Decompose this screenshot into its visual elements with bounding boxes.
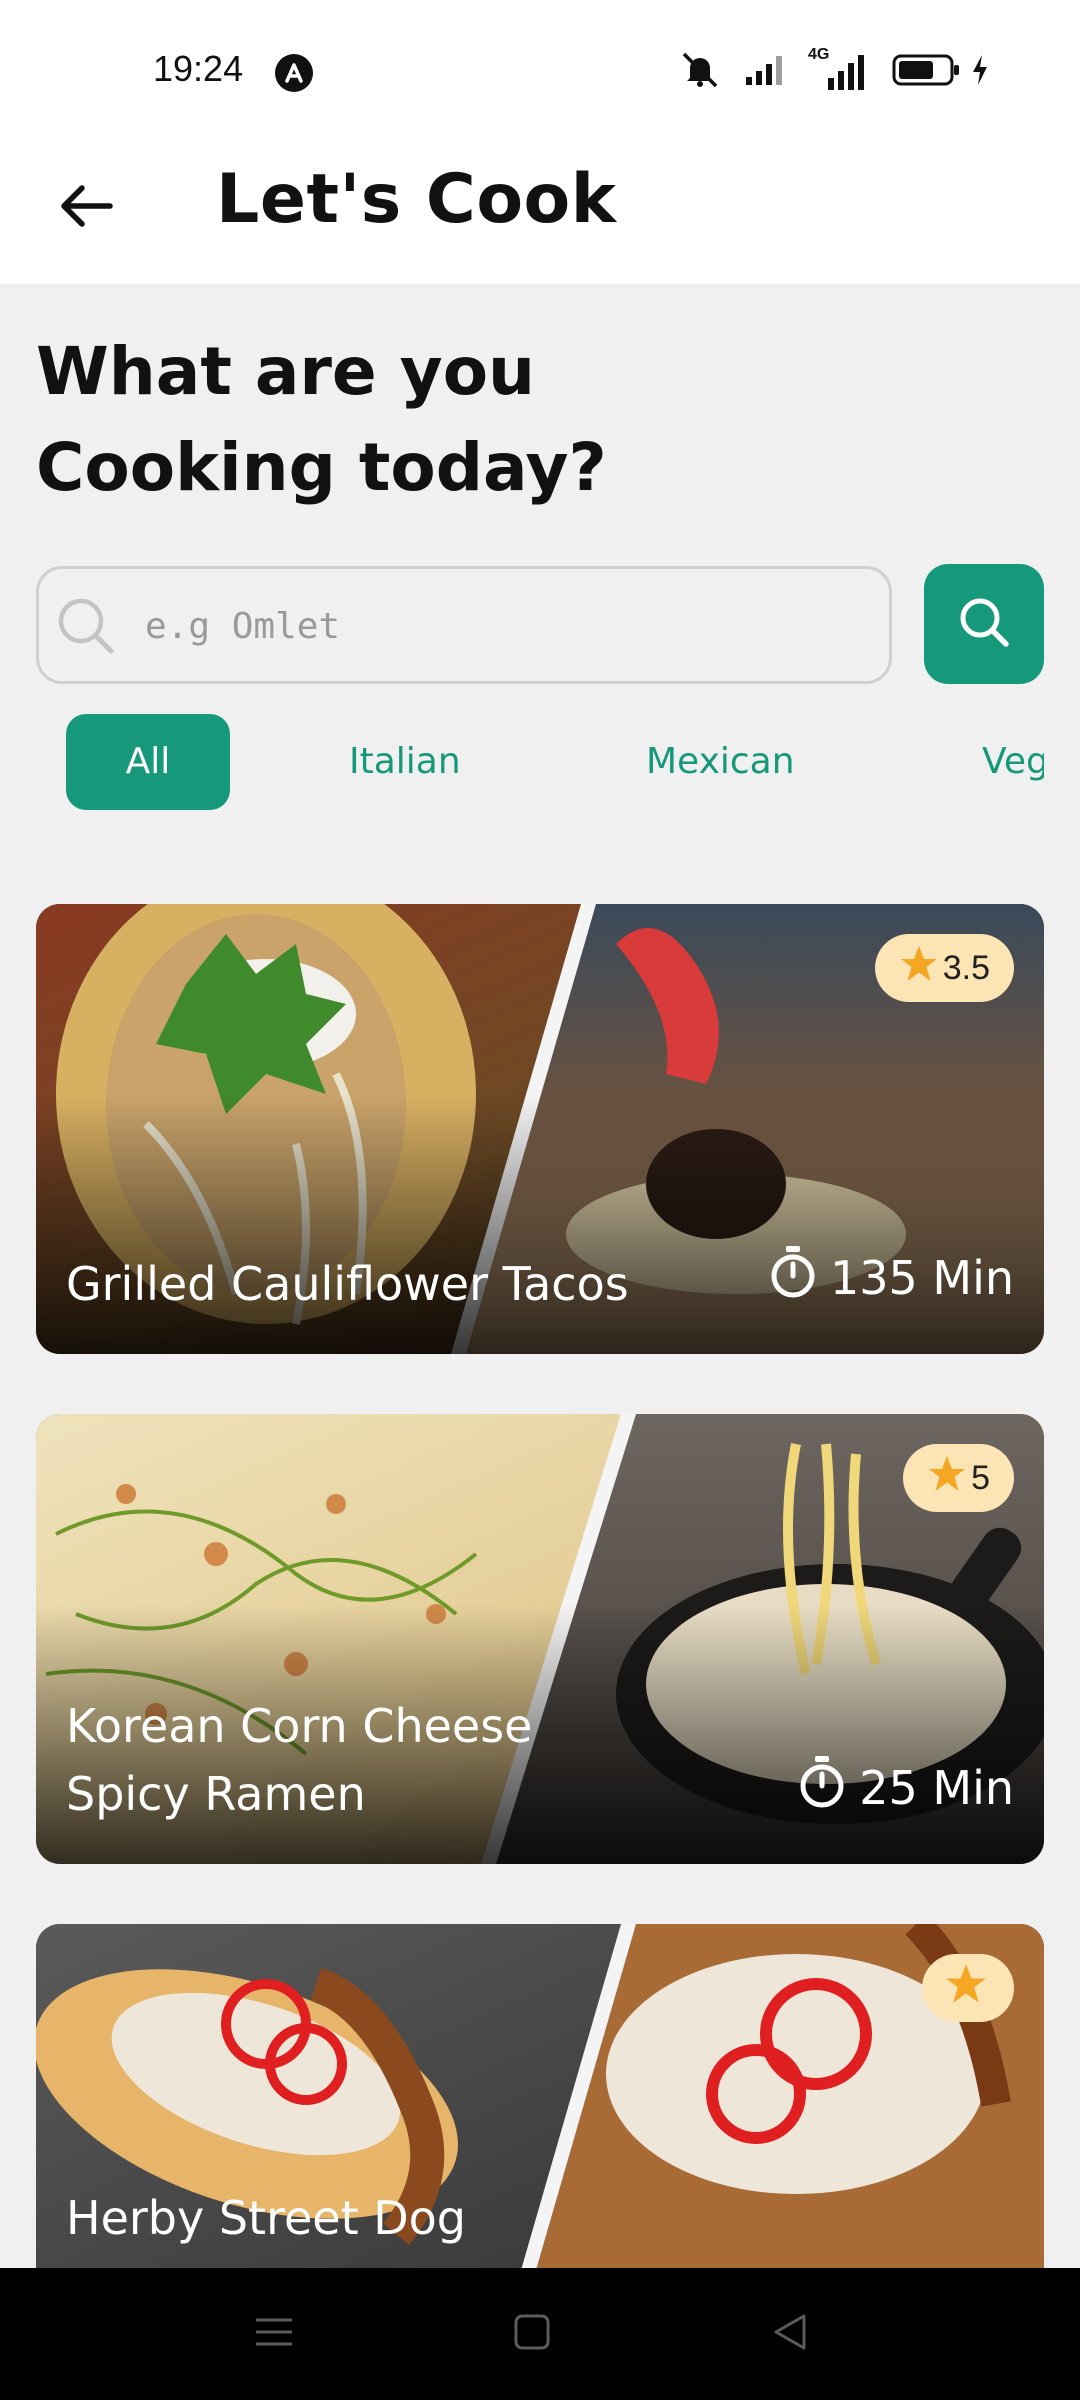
rating-value: 5	[971, 1458, 990, 1497]
recipe-title: Herby Street Dog	[66, 2191, 467, 2245]
recipe-card[interactable]: 3.5 Grilled Cauliflower Tacos 135 Min	[36, 904, 1044, 1354]
signal-icon	[744, 53, 786, 91]
back-triangle-icon	[770, 2312, 810, 2356]
star-icon	[944, 1962, 988, 2015]
page-title: Let's Cook	[216, 160, 617, 239]
star-icon	[899, 944, 939, 993]
menu-button[interactable]	[244, 2304, 304, 2364]
app-header: Let's Cook	[0, 140, 1080, 284]
search-box	[36, 566, 892, 684]
menu-icon	[254, 2312, 294, 2356]
headline-line-1: What are you	[36, 333, 536, 410]
recipe-card[interactable]: Herby Street Dog	[36, 1924, 1044, 2268]
rating-badge: 3.5	[874, 934, 1014, 1002]
cook-time-value: 25 Min	[859, 1760, 1014, 1815]
timer-icon	[797, 1755, 847, 1820]
status-bar: 19:24 4G	[0, 0, 1080, 140]
rating-badge: 5	[903, 1444, 1014, 1512]
system-nav-bar	[0, 2268, 1080, 2400]
category-chip-italian[interactable]: Italian	[349, 714, 461, 810]
cook-time: 25 Min	[797, 1755, 1014, 1820]
status-time: 19:24	[153, 48, 244, 89]
recipe-title: Grilled Cauliflower Tacos	[66, 1257, 629, 1311]
cook-time-value: 135 Min	[829, 1250, 1014, 1305]
search-icon	[55, 595, 117, 661]
app-notification-icon	[275, 54, 313, 92]
home-button[interactable]	[502, 2304, 562, 2364]
rating-value: 3.5	[942, 948, 990, 987]
recipe-title: Korean Corn Cheese Spicy Ramen	[66, 1699, 533, 1821]
arrow-left-icon	[58, 182, 114, 234]
mute-icon	[678, 50, 722, 94]
category-chip-all[interactable]: All	[66, 714, 230, 810]
timer-icon	[768, 1245, 818, 1310]
search-input[interactable]	[143, 569, 867, 683]
headline: What are you Cooking today?	[36, 324, 607, 516]
star-icon	[927, 1454, 967, 1503]
4g-signal-icon: 4G	[808, 46, 870, 92]
rating-badge	[922, 1954, 1014, 2022]
back-nav-button[interactable]	[760, 2304, 820, 2364]
battery-icon	[892, 53, 962, 91]
category-tabs: All Italian Mexican Veg	[0, 714, 1044, 824]
home-square-icon	[512, 2312, 552, 2356]
cook-time: 135 Min	[768, 1245, 1014, 1310]
search-button[interactable]	[924, 564, 1044, 684]
category-chip-veg[interactable]: Veg	[982, 714, 1044, 810]
headline-line-2: Cooking today?	[36, 429, 607, 506]
recipe-card[interactable]: 5 Korean Corn Cheese Spicy Ramen 25 Min	[36, 1414, 1044, 1864]
main-content: What are you Cooking today? All Italian …	[0, 284, 1080, 2268]
back-button[interactable]	[46, 168, 126, 248]
charging-icon	[970, 53, 990, 91]
search-icon	[956, 594, 1012, 654]
category-chip-mexican[interactable]: Mexican	[646, 714, 795, 810]
status-icons: 4G	[678, 46, 990, 94]
